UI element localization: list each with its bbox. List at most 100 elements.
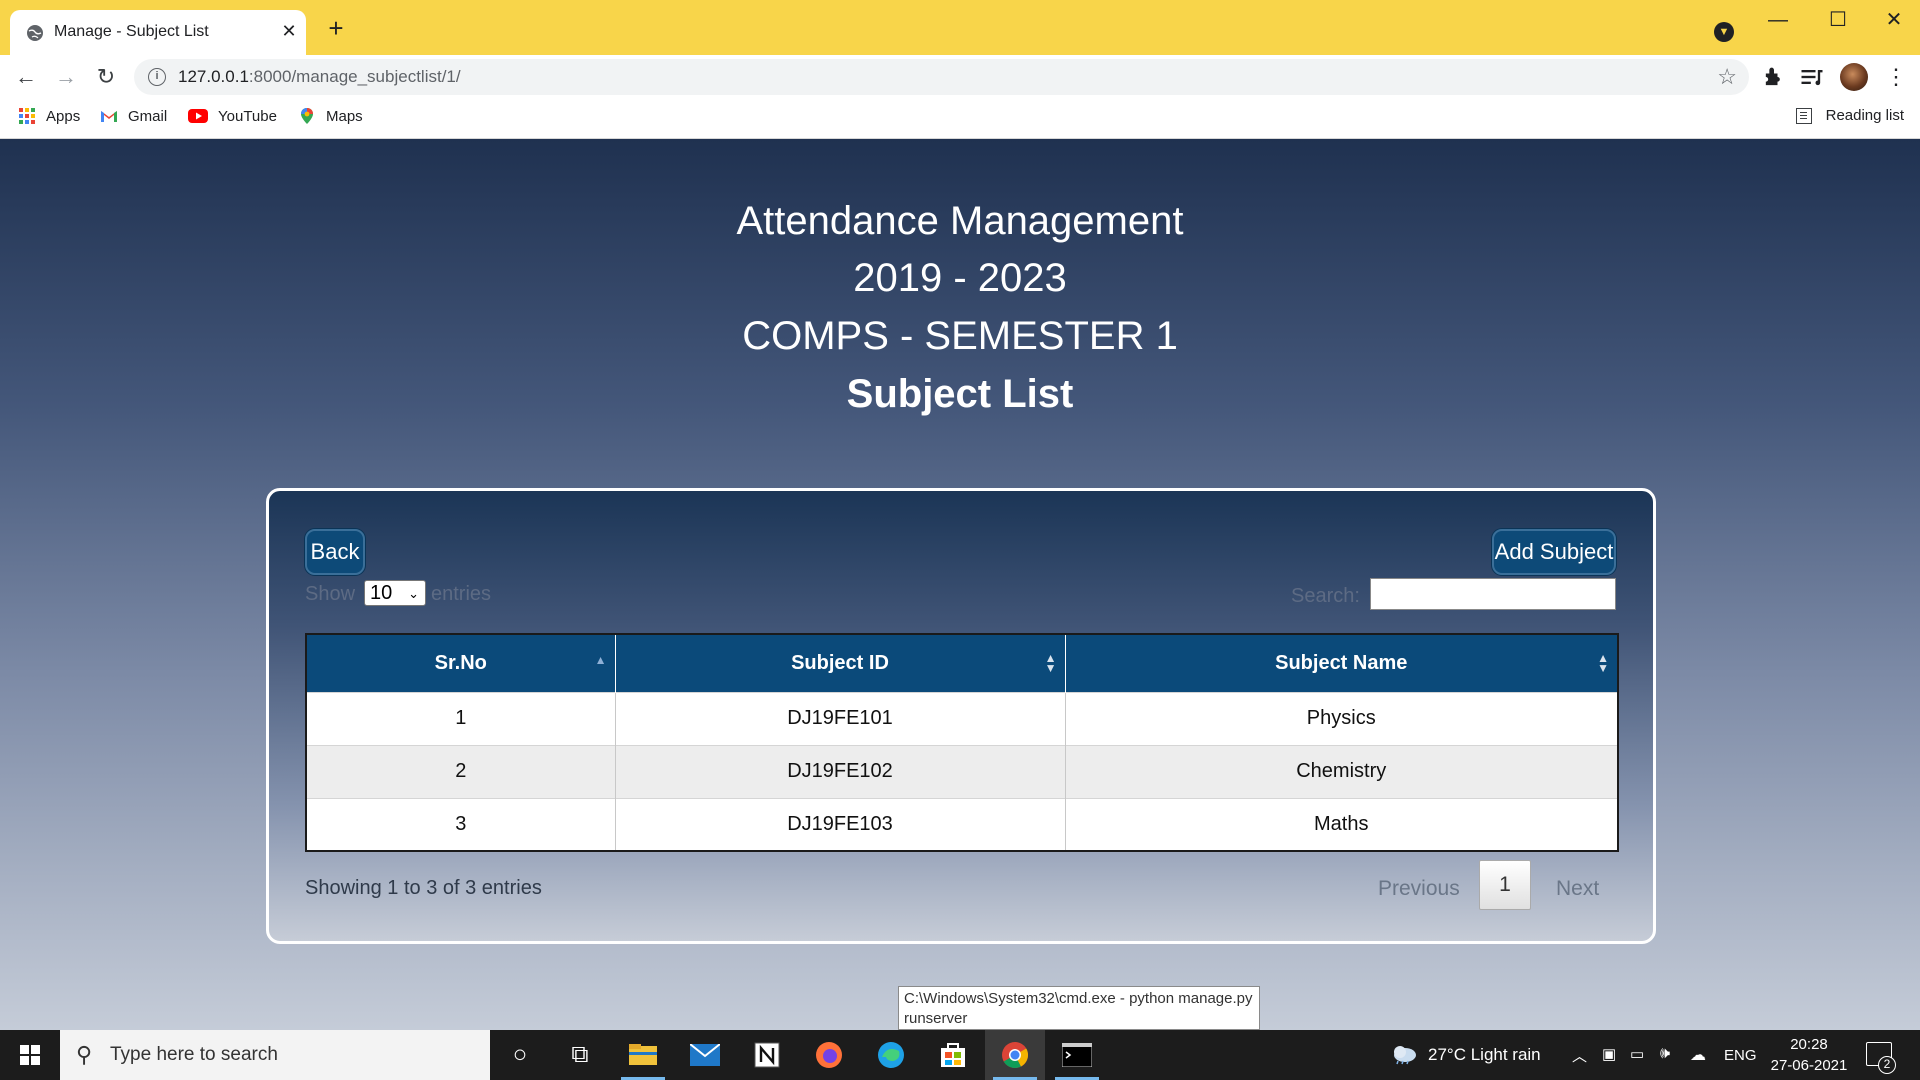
- system-clock[interactable]: 20:28 27-06-2021: [1764, 1034, 1854, 1076]
- url-text[interactable]: 127.0.0.1:8000/manage_subjectlist/1/: [178, 67, 461, 87]
- mail-icon[interactable]: [675, 1030, 735, 1080]
- weather-text[interactable]: 27°C Light rain: [1428, 1045, 1541, 1065]
- reading-list-label: Reading list: [1825, 107, 1904, 124]
- back-arrow-icon[interactable]: ←: [10, 61, 42, 93]
- tab-title: Manage - Subject List: [54, 23, 209, 40]
- taskbar-search[interactable]: ⚲ Type here to search: [60, 1030, 490, 1080]
- close-window-icon[interactable]: ✕: [1864, 0, 1920, 40]
- address-bar[interactable]: i 127.0.0.1:8000/manage_subjectlist/1/ ☆: [134, 59, 1749, 95]
- volume-icon[interactable]: 🕪: [1660, 1045, 1670, 1063]
- cell-subject-name: Chemistry: [1065, 744, 1618, 798]
- reading-list-icon: [1795, 107, 1812, 124]
- entries-select-value: 10: [370, 582, 393, 604]
- battery-icon[interactable]: ▭: [1630, 1045, 1644, 1063]
- task-view-icon[interactable]: ⧉: [550, 1030, 610, 1080]
- menu-dots-icon[interactable]: ⋮: [1882, 63, 1910, 91]
- pagination-previous[interactable]: Previous: [1378, 877, 1460, 901]
- meet-now-icon[interactable]: ▣: [1602, 1045, 1616, 1063]
- table-row: 1 DJ19FE101 Physics: [306, 691, 1618, 745]
- cortana-icon[interactable]: ○: [490, 1030, 550, 1080]
- notion-icon[interactable]: [737, 1030, 797, 1080]
- sort-both-icon: ▲ ▼: [1597, 651, 1609, 675]
- subject-list-card: Back Add Subject Show 10 ⌄ entries Searc…: [266, 488, 1656, 944]
- table-row: 3 DJ19FE103 Maths: [306, 797, 1618, 851]
- command-prompt-icon[interactable]: [1047, 1030, 1107, 1080]
- pagination-next[interactable]: Next: [1556, 877, 1599, 901]
- new-tab-icon[interactable]: +: [322, 14, 350, 42]
- extensions-icon[interactable]: [1760, 63, 1788, 91]
- chevron-down-icon: ⌄: [408, 586, 419, 601]
- chevron-up-icon[interactable]: ︿: [1572, 1045, 1587, 1066]
- search-input[interactable]: [1370, 578, 1616, 610]
- page-content: Attendance Management 2019 - 2023 COMPS …: [0, 139, 1920, 1030]
- back-button[interactable]: Back: [305, 529, 365, 575]
- sort-both-icon: ▲ ▼: [1044, 651, 1057, 675]
- close-tab-icon[interactable]: ✕: [278, 20, 300, 42]
- globe-icon: [27, 25, 43, 41]
- batch-years: 2019 - 2023: [853, 256, 1067, 300]
- bookmark-star-icon[interactable]: ☆: [1717, 64, 1737, 90]
- language-indicator[interactable]: ENG: [1724, 1047, 1757, 1064]
- column-header-label: Subject ID: [791, 651, 889, 674]
- store-icon[interactable]: [923, 1030, 983, 1080]
- windows-logo-icon: [20, 1045, 40, 1065]
- bookmark-label: Apps: [46, 107, 81, 125]
- column-header-label: Subject Name: [1275, 651, 1408, 674]
- site-info-icon[interactable]: i: [148, 68, 166, 86]
- bookmark-gmail[interactable]: Gmail: [100, 107, 167, 125]
- search-icon: ⚲: [76, 1042, 93, 1067]
- cell-subject-id: DJ19FE101: [615, 691, 1066, 745]
- sort-asc-icon: ▲: [594, 653, 607, 667]
- chrome-icon[interactable]: [985, 1030, 1045, 1080]
- tab-search-icon[interactable]: ▼: [1714, 22, 1734, 42]
- weather-cloud-icon[interactable]: [1390, 1043, 1418, 1065]
- pagination-page[interactable]: 1: [1479, 860, 1531, 910]
- column-header-srno[interactable]: Sr.No ▲: [306, 634, 616, 692]
- bookmark-apps[interactable]: Apps: [18, 107, 80, 125]
- file-explorer-icon[interactable]: [613, 1030, 673, 1080]
- add-subject-button[interactable]: Add Subject: [1492, 529, 1616, 575]
- column-header-subject-id[interactable]: Subject ID ▲ ▼: [615, 634, 1066, 692]
- forward-arrow-icon[interactable]: →: [50, 61, 82, 93]
- browser-tab[interactable]: Manage - Subject List ✕: [10, 10, 306, 55]
- table-row: 2 DJ19FE102 Chemistry: [306, 744, 1618, 798]
- cell-srno: 1: [306, 691, 616, 745]
- windows-taskbar: ⚲ Type here to search ○ ⧉ 27°C Light rai…: [0, 1030, 1920, 1080]
- subject-table: Sr.No ▲ Subject ID ▲ ▼ Subject Name ▲ ▼ 1: [305, 633, 1619, 852]
- edge-icon[interactable]: [861, 1030, 921, 1080]
- cell-subject-id: DJ19FE102: [615, 744, 1066, 798]
- cell-subject-name: Maths: [1065, 797, 1618, 851]
- bookmark-label: Gmail: [128, 107, 168, 125]
- entries-label: entries: [431, 583, 492, 605]
- maximize-icon[interactable]: ☐: [1808, 0, 1868, 40]
- gmail-icon: [101, 111, 117, 122]
- bookmarks-bar: Apps Gmail YouTube Maps Reading list: [0, 97, 1920, 139]
- column-header-subject-name[interactable]: Subject Name ▲ ▼: [1065, 634, 1618, 692]
- reading-list-button[interactable]: Reading list: [1795, 107, 1904, 124]
- profile-avatar[interactable]: [1840, 63, 1868, 91]
- cell-subject-name: Physics: [1065, 691, 1618, 745]
- firefox-icon[interactable]: [799, 1030, 859, 1080]
- onedrive-cloud-icon[interactable]: ☁: [1690, 1045, 1706, 1065]
- table-info: Showing 1 to 3 of 3 entries: [305, 877, 542, 899]
- page-title: Subject List: [846, 372, 1074, 416]
- semester-title: COMPS - SEMESTER 1: [742, 314, 1178, 358]
- apps-grid-icon: [18, 107, 36, 125]
- minimize-icon[interactable]: —: [1748, 0, 1808, 40]
- show-label: Show: [305, 583, 356, 605]
- bookmark-label: YouTube: [218, 107, 277, 125]
- tab-strip: Manage - Subject List ✕ + ▼ — ☐ ✕: [0, 0, 1920, 55]
- start-button[interactable]: [0, 1030, 60, 1080]
- entries-select[interactable]: 10 ⌄: [364, 580, 426, 606]
- bookmark-maps[interactable]: Maps: [298, 107, 363, 125]
- clock-time: 20:28: [1790, 1036, 1828, 1053]
- maps-pin-icon: [301, 108, 313, 124]
- app-title: Attendance Management: [736, 199, 1184, 243]
- media-queue-icon[interactable]: [1798, 63, 1826, 91]
- bookmark-label: Maps: [326, 107, 363, 125]
- bookmark-youtube[interactable]: YouTube: [188, 107, 277, 125]
- cell-srno: 3: [306, 797, 616, 851]
- taskbar-search-placeholder: Type here to search: [110, 1044, 278, 1065]
- youtube-icon: [188, 109, 208, 123]
- reload-icon[interactable]: ↻: [90, 61, 122, 93]
